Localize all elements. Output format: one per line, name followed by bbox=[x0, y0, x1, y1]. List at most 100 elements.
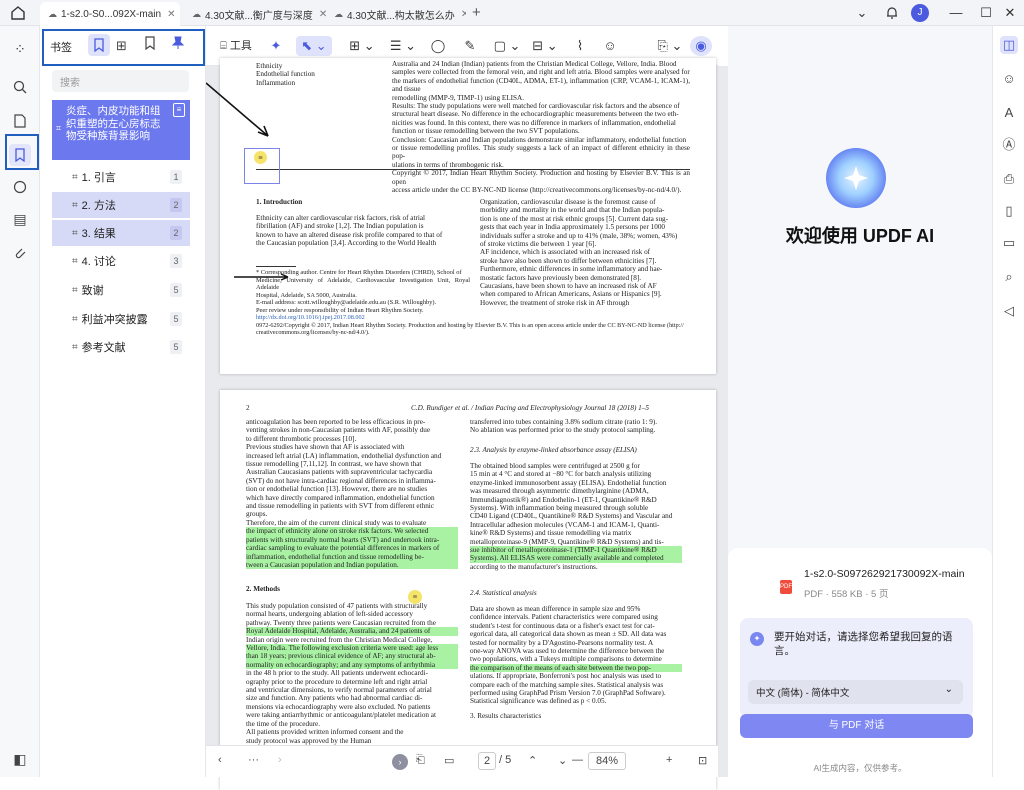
section-heading: 2.3. Analysis by enzyme-linked absorbanc… bbox=[470, 446, 637, 454]
ai-chat-icon[interactable]: ◫ bbox=[1000, 36, 1018, 54]
search-page-icon[interactable]: ⌕ bbox=[1000, 268, 1018, 286]
zoom-level-input[interactable]: 84% bbox=[588, 752, 626, 770]
folder-icon[interactable]: ▭ bbox=[1000, 234, 1018, 252]
page-number-input[interactable]: 2 bbox=[478, 752, 496, 770]
text-box-icon[interactable]: ⊞ ⌄ bbox=[346, 36, 378, 56]
language-prompt: 要开始对话，请选择您希望我回复的语言。 bbox=[774, 631, 953, 657]
bookmark-item[interactable]: ⌗ 致谢 5 bbox=[52, 277, 190, 303]
text-line: structural heart disease. No difference … bbox=[392, 110, 679, 119]
bookmark-item[interactable]: ⌗ 4. 讨论 3 bbox=[52, 248, 190, 274]
new-tab-button[interactable]: + bbox=[472, 4, 481, 21]
text-line: one-way ANOVA was used to determine the … bbox=[470, 647, 665, 656]
clipboard-icon[interactable]: ⎘ ⌄ bbox=[654, 36, 686, 56]
chevron-left-icon[interactable]: ‹ bbox=[218, 754, 222, 766]
annotation-box-bookmark-toolbar bbox=[42, 29, 205, 66]
prev-page-icon[interactable]: ⌃ bbox=[528, 754, 537, 767]
tab-document-3[interactable]: ☁ 4.30文献...构太散怎么办 ✕ bbox=[326, 2, 466, 26]
close-window-icon[interactable]: ✕ bbox=[1000, 4, 1020, 22]
minimize-icon[interactable]: — bbox=[946, 4, 966, 22]
maximize-icon[interactable]: ☐ bbox=[976, 4, 996, 22]
note-icon[interactable]: ☰ ⌄ bbox=[386, 36, 420, 56]
right-rail: ◫ ☺ A Ⓐ ⎙ ▯ ▭ ⌕ ◁ bbox=[992, 26, 1024, 777]
thumbnails-icon[interactable]: ⁘ bbox=[9, 38, 31, 60]
bookmark-item[interactable]: ⌗ 2. 方法 2 bbox=[52, 192, 190, 218]
book-icon[interactable]: ▯ bbox=[1000, 202, 1018, 220]
page-edit-icon[interactable]: ⎙ bbox=[1000, 170, 1018, 188]
sticker-icon[interactable]: ☺ bbox=[1000, 70, 1018, 88]
zoom-out-icon[interactable]: — bbox=[572, 754, 583, 766]
fit-width-icon[interactable]: ⎗ bbox=[416, 754, 425, 767]
stack-icon[interactable]: ▤ bbox=[9, 208, 31, 230]
bookmark-icon: ⌗ bbox=[72, 255, 78, 267]
tab-document-2[interactable]: ☁ 4.30文献...衡广度与深度 ✕ bbox=[184, 2, 328, 26]
stamp-icon[interactable]: ⊟ ⌄ bbox=[528, 36, 562, 56]
chat-with-pdf-button[interactable]: 与 PDF 对话 bbox=[740, 714, 973, 738]
shape-icon[interactable]: ▢ ⌄ bbox=[490, 36, 524, 56]
attachment-icon[interactable]: ⌇ bbox=[570, 36, 590, 56]
text-line: gests that each year in India approximat… bbox=[480, 223, 666, 232]
bookmark-item[interactable]: ⌗ 1. 引言 1 bbox=[52, 164, 190, 190]
page-icon[interactable] bbox=[9, 110, 31, 132]
bookmark-item-title[interactable]: ⌗ 炎症、内皮功能和组织重塑的左心房标志物受种族背景影响 ≡ bbox=[52, 100, 190, 160]
close-icon[interactable]: ✕ bbox=[167, 9, 175, 20]
tools-label: 工具 bbox=[229, 40, 252, 52]
comment-icon[interactable] bbox=[9, 176, 31, 198]
zoom-in-icon[interactable]: + bbox=[666, 754, 672, 766]
text-line: anticoagulation has been reported to be … bbox=[246, 418, 426, 426]
document-area[interactable]: Ethnicity Endothelial function Inflammatio… bbox=[206, 58, 728, 790]
tools-button[interactable]: ⌸ 工具 bbox=[214, 36, 258, 56]
sticker-icon[interactable]: ☺ bbox=[600, 36, 620, 56]
bookmark-icon: ⌗ bbox=[56, 123, 62, 133]
bookmark-item[interactable]: ⌗ 3. 结果 2 bbox=[52, 220, 190, 246]
fit-page-icon[interactable]: ⊡ bbox=[698, 754, 707, 767]
cursor-icon[interactable]: ⬉ ⌄ bbox=[296, 36, 332, 56]
home-icon[interactable] bbox=[10, 5, 26, 21]
text-line: student's t-test for continuous data or … bbox=[470, 621, 655, 630]
text-line: Systems). With inflammation being measur… bbox=[470, 504, 649, 513]
text-line: (SVT) do not have intra-cardiac regional… bbox=[246, 476, 436, 485]
text-line: stroke have also been shown to differ be… bbox=[480, 256, 657, 265]
avatar[interactable]: J bbox=[911, 4, 929, 22]
page-count: 1 bbox=[170, 170, 182, 184]
bell-icon[interactable] bbox=[882, 4, 902, 22]
text-line: mensions via echocardiography were also … bbox=[246, 702, 431, 711]
text-line: Royal Adelaide Hospital, Adelaide, Austr… bbox=[246, 627, 458, 636]
attachment-icon[interactable] bbox=[9, 242, 31, 264]
comment-icon[interactable]: ◯ bbox=[428, 36, 448, 56]
scroll-mode-icon[interactable]: › bbox=[392, 754, 408, 770]
chevron-right-icon[interactable]: › bbox=[278, 754, 282, 766]
text-line: normal hearts, undergoing ablation of le… bbox=[246, 610, 413, 619]
bookmark-item[interactable]: ⌗ 利益冲突披露 5 bbox=[52, 306, 190, 332]
close-icon[interactable]: ✕ bbox=[461, 9, 466, 20]
megaphone-icon[interactable]: ◁ bbox=[1000, 302, 1018, 320]
running-head: C.D. Rundiger et al. / Indian Pacing and… bbox=[411, 404, 649, 412]
page-count: 5 bbox=[170, 340, 182, 354]
next-page-icon[interactable]: ⌄ bbox=[558, 754, 567, 767]
search-icon[interactable] bbox=[9, 76, 31, 98]
ai-sparkle-icon[interactable]: ✦ bbox=[266, 36, 286, 56]
present-icon[interactable]: ▭ bbox=[444, 754, 454, 767]
text-recognize-icon[interactable]: Ⓐ bbox=[1000, 136, 1018, 154]
ai-assistant-icon[interactable]: ◉ bbox=[690, 36, 712, 56]
bookmark-item-label: 参考文献 bbox=[81, 342, 126, 354]
intro-right-text: Organization, cardiovascular disease is … bbox=[480, 198, 690, 307]
text-line: kine® R&D Systems) and tissue remodellin… bbox=[470, 529, 632, 538]
tab-document-1[interactable]: ☁ 1-s2.0-S0...092X-main ✕ bbox=[40, 2, 180, 26]
layers-icon[interactable]: ◧ bbox=[9, 748, 31, 770]
chevron-down-icon[interactable]: ⌄ bbox=[852, 4, 872, 22]
text-line: inflammation, endothelial function and t… bbox=[246, 552, 458, 561]
text-line: two populations, with a Tukeys multiple … bbox=[470, 655, 662, 664]
translate-icon[interactable]: A bbox=[1000, 104, 1018, 122]
bookmark-item[interactable]: ⌗ 参考文献 5 bbox=[52, 334, 190, 360]
text-line: All patients provided written informed c… bbox=[246, 728, 404, 737]
text-line: tissue remodelling [7,11,12]. In contras… bbox=[246, 460, 422, 469]
language-select[interactable]: 中文 (简体) - 简体中文 ⌄ bbox=[748, 680, 963, 704]
pen-icon[interactable]: ✎ bbox=[460, 36, 480, 56]
page-icon: ≡ bbox=[173, 103, 185, 117]
pager-bar: ‹ ··· › › ⎗ ▭ 2 / 5 ⌃ ⌄ — 84% + ⊡ bbox=[206, 745, 718, 777]
more-icon[interactable]: ··· bbox=[248, 754, 259, 766]
text-line: mostatic factors have previously been de… bbox=[480, 273, 642, 282]
text-line: confidence intervals. Patient characteri… bbox=[470, 613, 658, 622]
text-line: Systems). All ELISAS were commercially a… bbox=[470, 554, 682, 563]
bookmark-search-input[interactable]: 搜索 bbox=[52, 70, 189, 92]
